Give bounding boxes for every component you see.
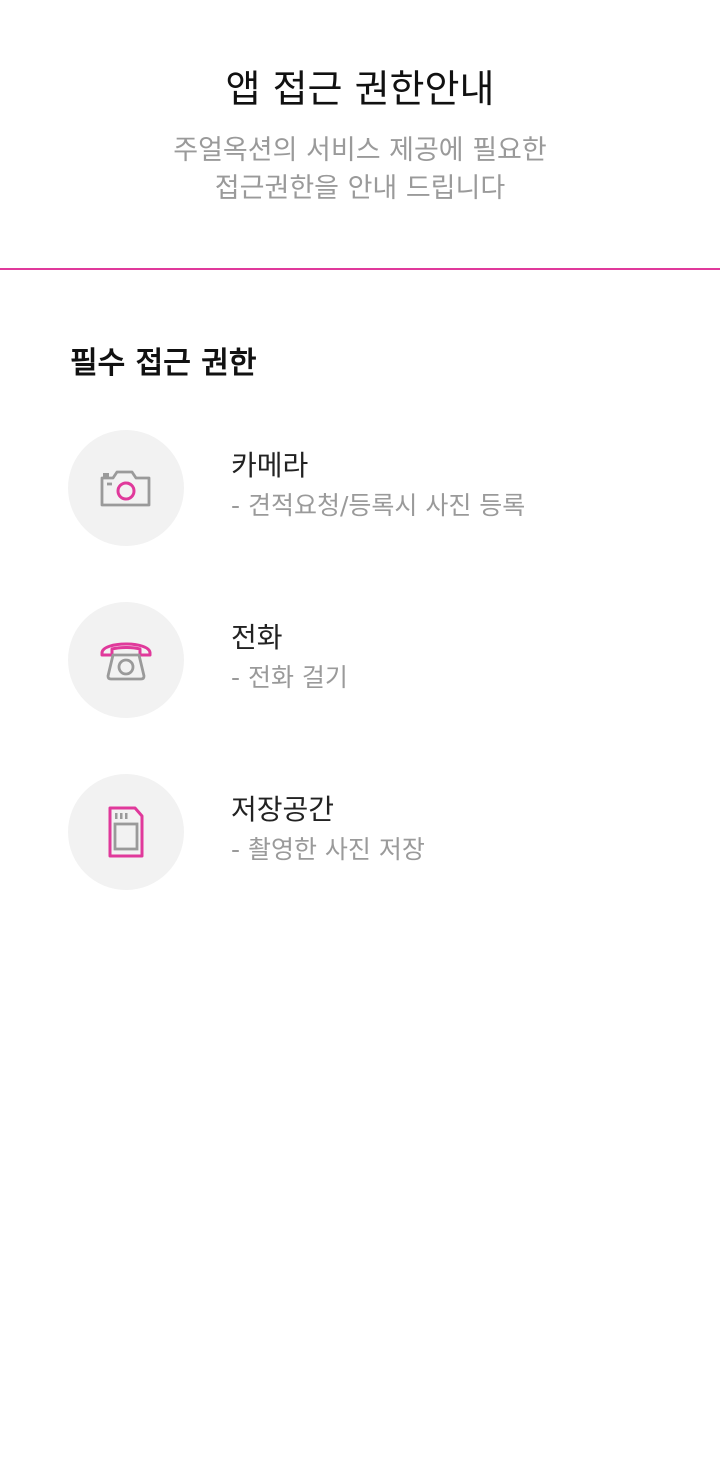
permission-icon-circle [68,602,184,718]
header: 앱 접근 권한안내 주얼옥션의 서비스 제공에 필요한 접근권한을 안내 드립니… [0,0,720,269]
permission-name: 전화 [231,621,283,654]
permission-item-phone: 전화 - 전화 걸기 [68,602,668,718]
permission-name: 저장공간 [231,793,335,826]
permission-icon-circle [68,430,184,546]
camera-icon [100,470,151,507]
telephone-icon [100,642,152,681]
permission-item-camera: 카메라 - 견적요청/등록시 사진 등록 [68,430,668,546]
permission-description: - 전화 걸기 [231,663,348,692]
permission-icon-circle [68,774,184,890]
permission-item-storage: 저장공간 - 촬영한 사진 저장 [68,774,668,890]
sd-card-icon [108,806,144,858]
permission-description: - 견적요청/등록시 사진 등록 [231,491,526,520]
page-title: 앱 접근 권한안내 [225,67,495,111]
subtitle-line-2: 접근권한을 안내 드립니다 [214,173,506,204]
header-divider [0,268,720,270]
subtitle-line-1: 주얼옥션의 서비스 제공에 필요한 [173,135,547,166]
section-title: 필수 접근 권한 [70,346,257,381]
page-subtitle: 주얼옥션의 서비스 제공에 필요한 접근권한을 안내 드립니다 [0,132,720,208]
permission-name: 카메라 [231,449,309,482]
permission-description: - 촬영한 사진 저장 [231,835,425,864]
